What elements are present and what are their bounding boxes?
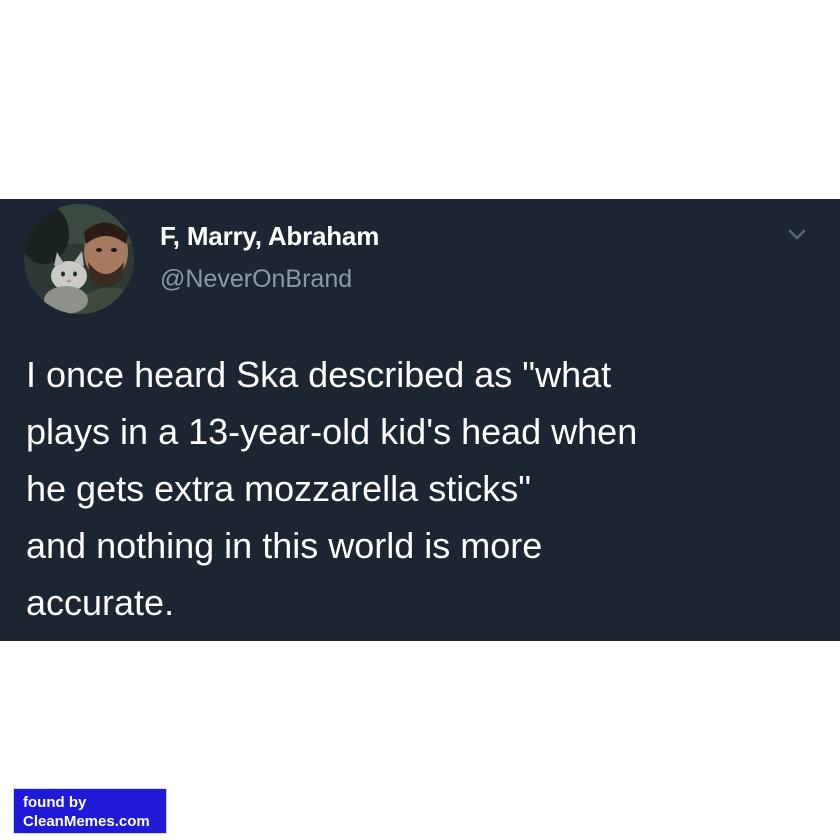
tweet-text: I once heard Ska described as "what play… [26, 346, 826, 631]
tweet-text-line: I once heard Ska described as "what [26, 354, 612, 395]
user-handle[interactable]: @NeverOnBrand [160, 265, 352, 294]
meme-page: F, Marry, Abraham @NeverOnBrand I once h… [0, 0, 840, 840]
display-name[interactable]: F, Marry, Abraham [160, 221, 379, 252]
watermark-badge: found by CleanMemes.com [13, 788, 167, 834]
tweet-text-line: he gets extra mozzarella sticks" [26, 468, 531, 509]
tweet-text-line: accurate. [26, 582, 175, 623]
tweet-menu-button[interactable] [782, 223, 812, 247]
chevron-down-icon [788, 229, 806, 240]
tweet-text-line: plays in a 13-year-old kid's head when [26, 411, 638, 452]
avatar-photo-icon [24, 204, 134, 314]
watermark-line: found by [23, 794, 87, 811]
tweet-card: F, Marry, Abraham @NeverOnBrand I once h… [0, 199, 840, 641]
watermark-line: CleanMemes.com [23, 813, 150, 830]
tweet-text-line: and nothing in this world is more [26, 525, 543, 566]
avatar[interactable] [24, 204, 134, 314]
